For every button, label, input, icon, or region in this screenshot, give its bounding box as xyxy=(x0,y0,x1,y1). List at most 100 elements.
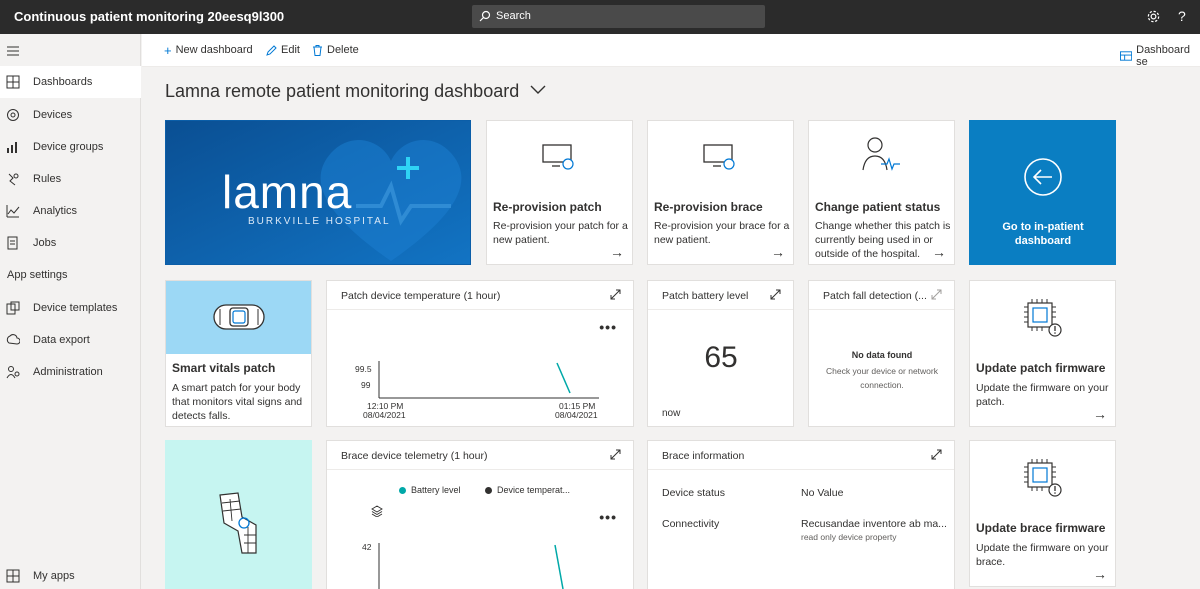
arrow-right-icon[interactable]: → xyxy=(1093,566,1107,582)
temperature-series-line xyxy=(556,362,571,394)
search-icon xyxy=(479,10,491,22)
tile-description: Update the firmware on your patch. xyxy=(976,382,1109,408)
trash-icon xyxy=(313,44,322,56)
smart-vitals-tile: Smart vitals patch A smart patch for you… xyxy=(165,280,312,427)
property-value: No Value xyxy=(801,487,844,499)
tile-title: Re-provision patch xyxy=(493,200,602,214)
help-icon[interactable]: ? xyxy=(1178,8,1186,24)
gear-icon[interactable] xyxy=(1146,9,1161,24)
tile-title: Change patient status xyxy=(815,200,941,214)
lamna-wordmark: lamna xyxy=(222,166,353,218)
plus-logo-icon xyxy=(397,157,419,179)
sidebar-item-device-groups[interactable]: Device groups xyxy=(0,131,141,163)
patch-illustration xyxy=(166,281,311,354)
x-tick-date: 08/04/2021 xyxy=(363,410,406,420)
device-templates-icon xyxy=(6,301,20,315)
change-patient-status-tile[interactable]: Change patient status Change whether thi… xyxy=(808,120,955,265)
sidebar-item-label: Device groups xyxy=(33,141,104,153)
sidebar-item-administration[interactable]: Administration xyxy=(0,356,141,388)
devices-icon xyxy=(7,109,19,121)
tile-description: Re-provision your brace for a new patien… xyxy=(654,220,790,246)
hamburger-icon[interactable] xyxy=(7,46,19,56)
new-dashboard-label: New dashboard xyxy=(175,44,253,56)
sidebar-item-dashboards[interactable]: Dashboards xyxy=(0,66,141,98)
tile-title: Patch fall detection (... xyxy=(823,290,927,302)
hospital-name: BURKVILLE HOSPITAL xyxy=(248,216,391,227)
tile-description: Change whether this patch is currently b… xyxy=(815,220,951,260)
sidebar-item-label: Jobs xyxy=(33,237,57,249)
page-title: Lamna remote patient monitoring dashboar… xyxy=(165,81,520,101)
property-label: Connectivity xyxy=(662,518,720,530)
sidebar-item-label: Analytics xyxy=(33,205,78,217)
sidebar-item-rules[interactable]: Rules xyxy=(0,163,141,195)
administration-icon xyxy=(6,366,20,379)
analytics-icon xyxy=(6,205,20,218)
reprovision-brace-tile[interactable]: Re-provision brace Re-provision your bra… xyxy=(647,120,794,265)
dashboard-icon xyxy=(6,75,20,89)
x-tick-date: 08/04/2021 xyxy=(555,410,598,420)
tile-title: Update patch firmware xyxy=(976,361,1106,375)
property-value: Recusandae inventore ab ma... xyxy=(801,518,947,530)
tile-divider xyxy=(809,309,954,310)
sidebar-item-jobs[interactable]: Jobs xyxy=(0,227,141,259)
delete-label: Delete xyxy=(327,44,359,56)
reprovision-patch-tile[interactable]: Re-provision patch Re-provision your pat… xyxy=(486,120,633,265)
top-bar: Continuous patient monitoring 20eesq9l30… xyxy=(0,0,1200,34)
monitor-refresh-icon xyxy=(703,144,735,170)
new-dashboard-button[interactable]: + New dashboard xyxy=(164,42,253,58)
tile-divider xyxy=(648,469,954,470)
battery-series-line xyxy=(554,544,564,589)
sidebar-item-data-export[interactable]: Data export xyxy=(0,324,141,356)
expand-icon[interactable] xyxy=(931,449,942,460)
knee-brace-illustration-tile xyxy=(165,440,312,589)
inpatient-dashboard-tile[interactable]: Go to in-patient dashboard xyxy=(969,120,1116,265)
battery-level-tile: Patch battery level 65 now xyxy=(647,280,794,427)
sidebar-item-label: Administration xyxy=(33,366,103,378)
pencil-icon xyxy=(266,44,277,56)
sidebar-item-analytics[interactable]: Analytics xyxy=(0,195,141,227)
chevron-down-icon[interactable] xyxy=(530,85,546,95)
timestamp-note: now xyxy=(662,408,681,419)
device-groups-icon xyxy=(7,142,17,153)
command-bar: + New dashboard Edit Delete Dashboard se xyxy=(142,34,1200,68)
no-data-title: No data found xyxy=(851,350,913,360)
rules-icon xyxy=(8,173,19,186)
tile-description: A smart patch for your body that monitor… xyxy=(172,382,303,422)
brace-information-tile: Brace information Device status No Value… xyxy=(647,440,955,589)
tile-description: Re-provision your patch for a new patien… xyxy=(493,220,628,246)
plus-icon: + xyxy=(164,42,172,58)
tile-title: Re-provision brace xyxy=(654,200,763,214)
arrow-left-circle-icon xyxy=(1024,158,1062,196)
app-title: Continuous patient monitoring 20eesq9l30… xyxy=(14,9,285,24)
patch-temperature-tile: Patch device temperature (1 hour) ••• 99… xyxy=(326,280,634,427)
arrow-right-icon[interactable]: → xyxy=(771,244,785,260)
dashboard-settings-button[interactable]: Dashboard se xyxy=(1120,44,1200,68)
data-export-icon xyxy=(6,334,20,345)
main-content: Lamna remote patient monitoring dashboar… xyxy=(142,68,1200,589)
no-data-description: Check your device or network connection. xyxy=(826,366,938,390)
sidebar-item-devices[interactable]: Devices xyxy=(0,99,141,131)
update-brace-firmware-tile[interactable]: Update brace firmware Update the firmwar… xyxy=(969,440,1116,587)
sidebar-item-label: My apps xyxy=(33,570,75,582)
knee-brace-icon xyxy=(219,492,257,554)
expand-icon[interactable] xyxy=(770,289,781,300)
jobs-icon xyxy=(7,236,18,250)
arrow-right-icon[interactable]: → xyxy=(932,244,946,260)
arrow-right-icon[interactable]: → xyxy=(1093,406,1107,422)
sidebar-item-label: Data export xyxy=(33,334,90,346)
sidebar-item-device-templates[interactable]: Device templates xyxy=(0,292,141,324)
edit-button[interactable]: Edit xyxy=(266,44,300,56)
update-patch-firmware-tile[interactable]: Update patch firmware Update the firmwar… xyxy=(969,280,1116,427)
search-box[interactable]: Search xyxy=(472,5,765,28)
fall-detection-tile: Patch fall detection (... No data found … xyxy=(808,280,955,427)
expand-icon[interactable] xyxy=(931,289,942,300)
delete-button[interactable]: Delete xyxy=(312,44,359,56)
search-placeholder: Search xyxy=(496,10,531,22)
sidebar-item-my-apps[interactable]: My apps xyxy=(0,560,141,589)
arrow-right-icon[interactable]: → xyxy=(610,244,624,260)
y-tick-label: 99 xyxy=(361,380,371,390)
app-settings-heading: App settings xyxy=(7,269,68,281)
tile-title: Go to in-patient dashboard xyxy=(1002,221,1084,247)
chip-warning-icon xyxy=(1024,459,1062,497)
sidebar-item-label: Device templates xyxy=(33,302,118,314)
